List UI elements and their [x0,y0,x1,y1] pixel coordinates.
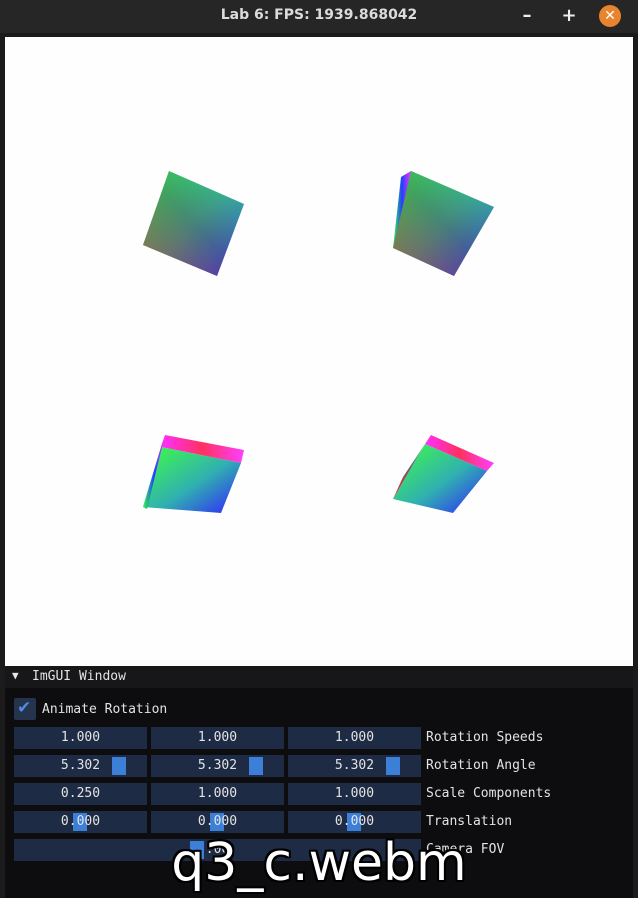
imgui-window-title: ImGUI Window [32,669,126,684]
cube-top-right [393,171,494,276]
scale-x-field[interactable]: 0.250 [14,783,147,805]
animate-rotation-checkbox[interactable]: ✔ [14,698,36,720]
rotation-speed-x-field[interactable]: 1.000 [14,727,147,749]
cube-bottom-left [143,435,244,513]
render-viewport [5,37,633,666]
window-title: Lab 6: FPS: 1939.868042 [220,7,418,23]
scale-components-label: Scale Components [426,786,552,801]
rotation-speed-y-field[interactable]: 1.000 [151,727,284,749]
slider-grab[interactable] [249,757,263,775]
slider-grab[interactable] [112,757,126,775]
rotation-speeds-label: Rotation Speeds [426,730,544,745]
rotation-angle-z-slider[interactable]: 5.302 [288,755,421,777]
scale-y-field[interactable]: 1.000 [151,783,284,805]
close-icon[interactable]: ✕ [599,5,621,27]
rotation-angle-y-slider[interactable]: 5.302 [151,755,284,777]
cube-bottom-right [393,435,494,513]
rotation-angle-label: Rotation Angle [426,758,536,773]
video-filename-caption: q3_c.webm [171,833,467,893]
checkmark-icon: ✔ [17,698,32,718]
imgui-titlebar[interactable]: ▼ ImGUI Window [5,666,633,688]
scene-canvas [143,171,494,513]
cube-top-left [143,171,244,276]
scale-z-field[interactable]: 1.000 [288,783,421,805]
animate-rotation-label: Animate Rotation [42,702,168,717]
rotation-angle-x-slider[interactable]: 5.302 [14,755,147,777]
collapse-arrow-icon[interactable]: ▼ [12,669,19,682]
slider-grab[interactable] [386,757,400,775]
minimize-icon[interactable]: – [516,5,538,27]
window-titlebar: Lab 6: FPS: 1939.868042 – + ✕ [0,0,638,33]
rotation-speed-z-field[interactable]: 1.000 [288,727,421,749]
translation-label: Translation [426,814,513,829]
maximize-icon[interactable]: + [558,5,580,27]
